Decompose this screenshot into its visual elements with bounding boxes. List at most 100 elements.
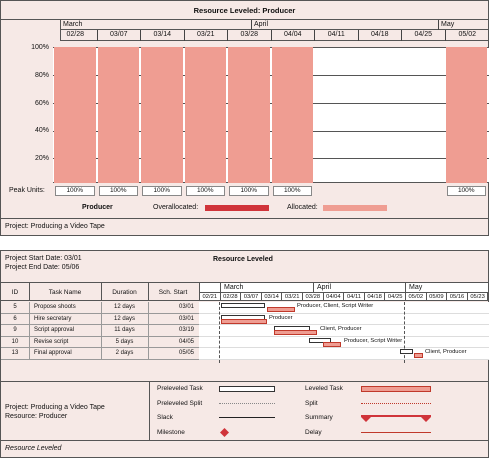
col-divider bbox=[148, 302, 149, 314]
gantt-week: 03/14 bbox=[262, 293, 283, 301]
y-axis-label: 20% bbox=[34, 155, 49, 162]
allocation-bar bbox=[141, 47, 183, 183]
task-start: 03/01 bbox=[178, 304, 194, 310]
histogram-month: April bbox=[252, 20, 439, 30]
table-row: 6 Hire secretary 12 days 03/01 bbox=[1, 313, 199, 325]
legend-split-label: Split bbox=[305, 400, 318, 407]
task-start: 03/19 bbox=[178, 327, 194, 333]
task-duration: 12 days bbox=[113, 315, 135, 322]
col-divider bbox=[101, 325, 102, 337]
gantt-footer-text: Resource Leveled bbox=[5, 445, 62, 452]
month-divider bbox=[313, 283, 314, 292]
leveled-task-bar bbox=[267, 307, 295, 312]
col-divider bbox=[101, 313, 102, 325]
gantt-month: April bbox=[317, 284, 332, 291]
month-divider bbox=[220, 283, 221, 292]
gantt-title: Resource Leveled bbox=[213, 256, 273, 263]
gantt-timeline-header: March April May 02/21 02/28 03/07 03/14 03/2… bbox=[199, 282, 489, 301]
peak-units-label: Peak Units: bbox=[9, 187, 45, 194]
legend-delay-label: Delay bbox=[305, 429, 322, 436]
column-id: ID bbox=[11, 289, 19, 296]
gantt-week: 03/28 bbox=[303, 293, 324, 301]
task-id: 9 bbox=[13, 327, 17, 333]
column-duration: Duration bbox=[112, 289, 137, 296]
allocation-bar bbox=[271, 47, 313, 183]
legend-summary-swatch bbox=[361, 415, 431, 422]
legend-overallocated-swatch bbox=[205, 205, 269, 211]
task-duration: 5 days bbox=[115, 338, 134, 345]
leveled-task-bar bbox=[414, 353, 423, 358]
task-name: Script approval bbox=[34, 327, 75, 333]
task-name: Propose shoots bbox=[34, 304, 76, 310]
peak-units-value: 100% bbox=[229, 186, 269, 196]
legend-resource-name: Producer bbox=[82, 204, 113, 211]
leveled-task-bar bbox=[274, 330, 317, 335]
today-line bbox=[219, 302, 220, 363]
histogram-week: 04/25 bbox=[402, 30, 446, 41]
gantt-month: May bbox=[409, 284, 423, 291]
table-row: 5 Propose shoots 12 days 03/01 bbox=[1, 302, 199, 314]
task-start: 05/05 bbox=[178, 350, 194, 356]
project-info-resource: Resource: Producer bbox=[5, 413, 68, 420]
allocation-bar bbox=[445, 47, 487, 183]
legend-slack-swatch bbox=[219, 417, 275, 418]
allocation-bar bbox=[184, 47, 226, 183]
histogram-week: 02/28 bbox=[54, 30, 98, 41]
gantt-footer: Resource Leveled bbox=[1, 441, 488, 457]
task-duration: 11 days bbox=[114, 327, 135, 333]
task-start: 03/01 bbox=[178, 315, 194, 322]
column-sched-start: Sch. Start bbox=[158, 289, 188, 296]
legend-summary-label: Summary bbox=[305, 414, 333, 421]
legend-delay-swatch bbox=[361, 432, 431, 433]
legend-preleveled-split-swatch bbox=[219, 403, 275, 404]
histogram-week: 04/18 bbox=[359, 30, 402, 41]
histogram-week: 04/04 bbox=[272, 30, 315, 41]
legend-overallocated-label: Overallocated: bbox=[153, 204, 199, 211]
legend-slack-label: Slack bbox=[157, 414, 173, 421]
task-resource-label: Client, Producer bbox=[425, 349, 467, 355]
table-row: 13 Final approval 2 days 05/05 bbox=[1, 348, 199, 360]
project-start-date: Project Start Date: 03/01 bbox=[5, 255, 82, 262]
allocation-bar bbox=[228, 47, 270, 183]
gantt-week: 05/16 bbox=[447, 293, 468, 301]
project-end-date: Project End Date: 05/06 bbox=[5, 264, 80, 271]
col-divider bbox=[101, 336, 102, 348]
legend-divider bbox=[149, 382, 150, 442]
peak-units-value: 100% bbox=[185, 186, 225, 196]
gantt-week: 03/07 bbox=[241, 293, 262, 301]
leveled-task-bar bbox=[221, 318, 267, 324]
gantt-week: 05/23 bbox=[468, 293, 489, 301]
col-divider bbox=[29, 325, 30, 337]
col-divider bbox=[101, 283, 102, 301]
gantt-month: March bbox=[224, 284, 244, 291]
task-resource-label: Producer, Client, Script Writer bbox=[297, 303, 374, 309]
gantt-week: 04/18 bbox=[365, 293, 386, 301]
peak-units-value: 100% bbox=[98, 186, 138, 196]
preleveled-task-bar bbox=[400, 349, 413, 354]
task-resource-label: Client, Producer bbox=[320, 326, 362, 332]
month-divider bbox=[405, 283, 406, 292]
histogram-title: Resource Leveled: Producer bbox=[1, 1, 488, 20]
col-divider bbox=[148, 325, 149, 337]
y-axis-label: 60% bbox=[34, 100, 49, 107]
task-resource-label: Producer bbox=[269, 314, 293, 321]
task-table-header: ID Task Name Duration Sch. Start bbox=[1, 282, 199, 301]
gantt-week: 05/09 bbox=[427, 293, 448, 301]
col-divider bbox=[101, 348, 102, 360]
leveled-task-bar bbox=[323, 341, 341, 347]
task-duration: 12 days bbox=[113, 304, 135, 310]
table-row: 9 Script approval 11 days 03/19 bbox=[1, 325, 199, 337]
histogram-month: May bbox=[441, 21, 455, 28]
histogram-plot-area bbox=[53, 47, 489, 183]
histogram-week: 03/07 bbox=[98, 30, 141, 41]
peak-units-value: 100% bbox=[55, 186, 95, 196]
gantt-week: 04/04 bbox=[324, 293, 345, 301]
histogram-week: 05/02 bbox=[458, 31, 477, 38]
task-name: Final approval bbox=[34, 350, 72, 356]
y-axis-label: 40% bbox=[34, 127, 49, 134]
histogram-month: March bbox=[61, 20, 252, 30]
peak-units-value: 100% bbox=[446, 186, 486, 196]
project-info-name: Project: Producing a Video Tape bbox=[5, 404, 105, 411]
resource-histogram-panel: Resource Leveled: Producer March April M… bbox=[0, 0, 489, 236]
histogram-week: 03/28 bbox=[228, 30, 272, 41]
